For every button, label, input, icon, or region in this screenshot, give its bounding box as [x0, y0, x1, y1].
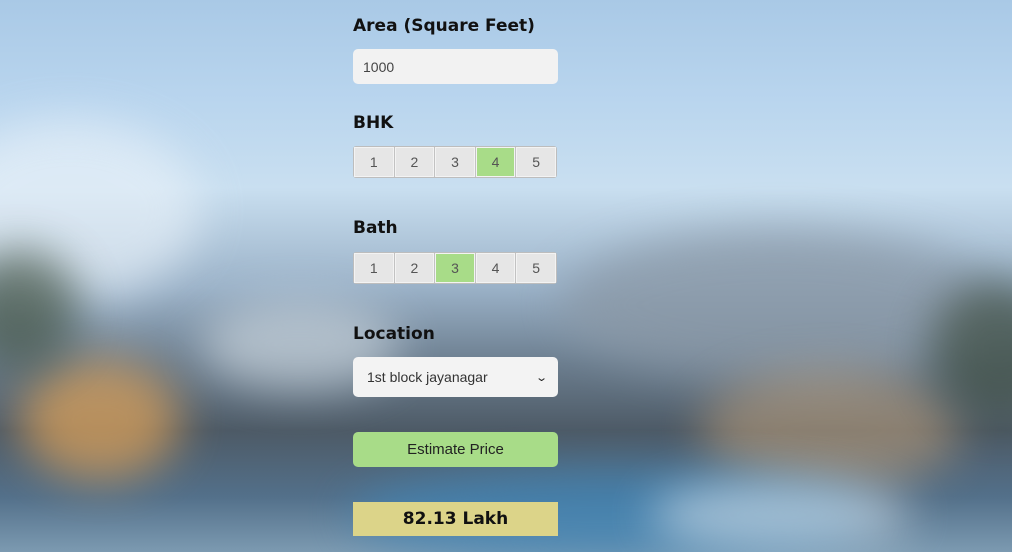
bhk-option-3[interactable]: 3 [435, 147, 476, 177]
bath-option-4[interactable]: 4 [475, 253, 517, 283]
bhk-selector: 1 2 3 4 5 [353, 146, 557, 178]
estimate-price-button[interactable]: Estimate Price [353, 432, 558, 467]
location-selected-value: 1st block jayanagar [367, 369, 488, 385]
bhk-option-4[interactable]: 4 [475, 147, 517, 177]
bhk-option-5[interactable]: 5 [516, 147, 556, 177]
bhk-option-2[interactable]: 2 [394, 147, 436, 177]
chevron-down-icon: ⌄ [534, 371, 548, 384]
location-select[interactable]: 1st block jayanagar ⌄ [353, 357, 558, 397]
estimated-price-result: 82.13 Lakh [353, 502, 558, 536]
area-label: Area (Square Feet) [353, 16, 535, 36]
location-label: Location [353, 324, 435, 344]
bhk-option-1[interactable]: 1 [354, 147, 395, 177]
bhk-label: BHK [353, 113, 394, 133]
area-input[interactable] [353, 49, 558, 84]
bath-label: Bath [353, 218, 398, 238]
bath-option-5[interactable]: 5 [516, 253, 556, 283]
bath-selector: 1 2 3 4 5 [353, 252, 557, 284]
bath-option-2[interactable]: 2 [394, 253, 436, 283]
bath-option-3[interactable]: 3 [435, 253, 476, 283]
bath-option-1[interactable]: 1 [354, 253, 395, 283]
